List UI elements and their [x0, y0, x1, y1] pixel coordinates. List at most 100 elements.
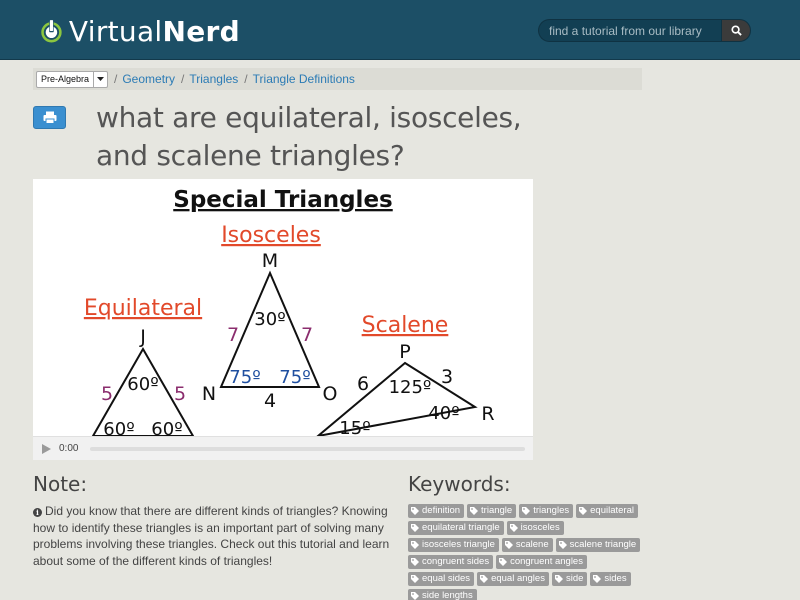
tag-icon	[509, 524, 518, 532]
video-controls: 0:00	[33, 436, 533, 460]
keyword-tag[interactable]: side lengths	[408, 589, 477, 600]
keyword-tag[interactable]: sides	[590, 572, 631, 586]
vertex-n: N	[202, 383, 216, 405]
keyword-tag-label: side lengths	[422, 590, 473, 600]
note-body: Did you know that there are different ki…	[33, 504, 390, 568]
keyword-tag[interactable]: congruent angles	[496, 555, 587, 569]
keyword-tag-label: definition	[422, 505, 461, 516]
tag-icon	[504, 541, 513, 549]
keyword-tag[interactable]: triangle	[467, 504, 517, 518]
keyword-tag-label: triangle	[481, 505, 513, 516]
isosceles-side-base: 4	[264, 390, 276, 412]
logo[interactable]: VirtualNerd	[40, 10, 240, 52]
keyword-tag-label: equal angles	[491, 573, 545, 584]
tag-icon	[411, 524, 419, 532]
keyword-tag[interactable]: definition	[408, 504, 465, 518]
logo-word-nerd: Nerd	[162, 14, 240, 48]
tag-icon	[470, 507, 479, 515]
vertex-m: M	[262, 250, 278, 272]
tag-icon	[579, 507, 588, 515]
tag-icon	[480, 575, 489, 583]
breadcrumb-geometry[interactable]: Geometry	[122, 72, 175, 86]
keyword-tag-label: equal sides	[422, 573, 471, 584]
scalene-side-left: 6	[357, 373, 369, 395]
scalene-angle-bottom: 15º	[339, 418, 370, 436]
keyword-tag[interactable]: equilateral	[576, 504, 638, 518]
keyword-tag[interactable]: scalene triangle	[555, 538, 641, 552]
tag-icon	[411, 575, 419, 583]
breadcrumb-triangle-definitions[interactable]: Triangle Definitions	[253, 72, 355, 86]
search-bar	[538, 19, 751, 42]
tag-icon	[558, 541, 567, 549]
search-button[interactable]	[721, 19, 751, 42]
logo-word-virtual: Virtual	[68, 14, 163, 48]
page-title: what are equilateral, isosceles, and sca…	[96, 101, 522, 172]
breadcrumb-separator: /	[181, 72, 185, 86]
scalene-angle-right: 40º	[428, 403, 459, 424]
tag-icon	[593, 575, 602, 583]
power-logo-icon	[41, 19, 62, 43]
printer-icon	[43, 111, 56, 124]
video-player[interactable]: Special Triangles Isosceles M 30º 7 7 75…	[33, 179, 533, 460]
equilateral-label: Equilateral	[84, 296, 202, 321]
keyword-tag[interactable]: equal angles	[477, 572, 549, 586]
equilateral-side-right: 5	[174, 383, 186, 405]
keyword-tag[interactable]: triangles	[519, 504, 574, 518]
scalene-label: Scalene	[362, 313, 449, 338]
subject-select[interactable]: Pre-Algebra	[36, 70, 108, 88]
breadcrumb-separator: /	[114, 72, 118, 86]
keyword-tag-label: scalene	[515, 539, 549, 550]
note-heading: Note:	[33, 472, 88, 496]
keyword-tag-label: isosceles triangle	[422, 539, 495, 550]
keyword-tag-label: isosceles	[520, 522, 560, 533]
search-input[interactable]	[538, 19, 721, 42]
isosceles-side-left: 7	[227, 324, 239, 346]
keyword-tag[interactable]: congruent sides	[408, 555, 494, 569]
keyword-tag-label: side	[565, 573, 584, 584]
keyword-tag-label: equilateral	[590, 505, 634, 516]
isosceles-label: Isosceles	[221, 223, 321, 248]
keyword-tag-label: sides	[604, 573, 627, 584]
keyword-tag-label: equilateral triangle	[422, 522, 500, 533]
keyword-tag[interactable]: equal sides	[408, 572, 475, 586]
slide-heading: Special Triangles	[173, 187, 392, 213]
video-time: 0:00	[59, 443, 79, 454]
keywords-heading: Keywords:	[408, 472, 511, 496]
vertex-r: R	[481, 403, 494, 425]
tag-icon	[411, 507, 419, 515]
caret-down-icon	[93, 71, 107, 87]
breadcrumb-separator: /	[244, 72, 248, 86]
tag-icon	[522, 507, 531, 515]
equilateral-angle-top: 60º	[127, 374, 158, 395]
keyword-tag-label: triangles	[533, 505, 570, 516]
keyword-tag[interactable]: isosceles	[506, 521, 564, 535]
note-text: i Did you know that there are different k…	[33, 503, 393, 569]
breadcrumb-triangles[interactable]: Triangles	[189, 72, 238, 86]
site-header: VirtualNerd	[0, 0, 800, 60]
scalene-side-right: 3	[441, 366, 453, 388]
tag-icon	[411, 541, 419, 549]
tag-icon	[411, 558, 419, 566]
video-progress-bar[interactable]	[90, 446, 525, 451]
tag-icon	[411, 592, 419, 600]
keyword-tag[interactable]: equilateral triangle	[408, 521, 504, 535]
isosceles-angle-right: 75º	[279, 367, 310, 388]
info-icon: i	[33, 508, 42, 517]
tag-icon	[499, 558, 508, 566]
keyword-tag[interactable]: isosceles triangle	[408, 538, 499, 552]
keyword-tag[interactable]: side	[551, 572, 588, 586]
isosceles-angle-left: 75º	[229, 367, 260, 388]
print-button[interactable]	[33, 106, 66, 129]
search-icon	[730, 25, 742, 36]
play-button[interactable]	[33, 437, 59, 461]
keyword-tag-label: congruent sides	[422, 556, 490, 567]
keyword-tag-label: congruent angles	[510, 556, 583, 567]
equilateral-angle-left: 60º	[103, 419, 134, 436]
keyword-tag[interactable]: scalene	[501, 538, 553, 552]
isosceles-angle-top: 30º	[254, 309, 285, 330]
vertex-j: J	[139, 326, 146, 348]
video-slide: Special Triangles Isosceles M 30º 7 7 75…	[84, 187, 495, 436]
subject-select-value: Pre-Algebra	[41, 74, 90, 84]
equilateral-side-left: 5	[101, 383, 113, 405]
keyword-tags: definition triangle triangles equilateral eq…	[408, 504, 648, 600]
